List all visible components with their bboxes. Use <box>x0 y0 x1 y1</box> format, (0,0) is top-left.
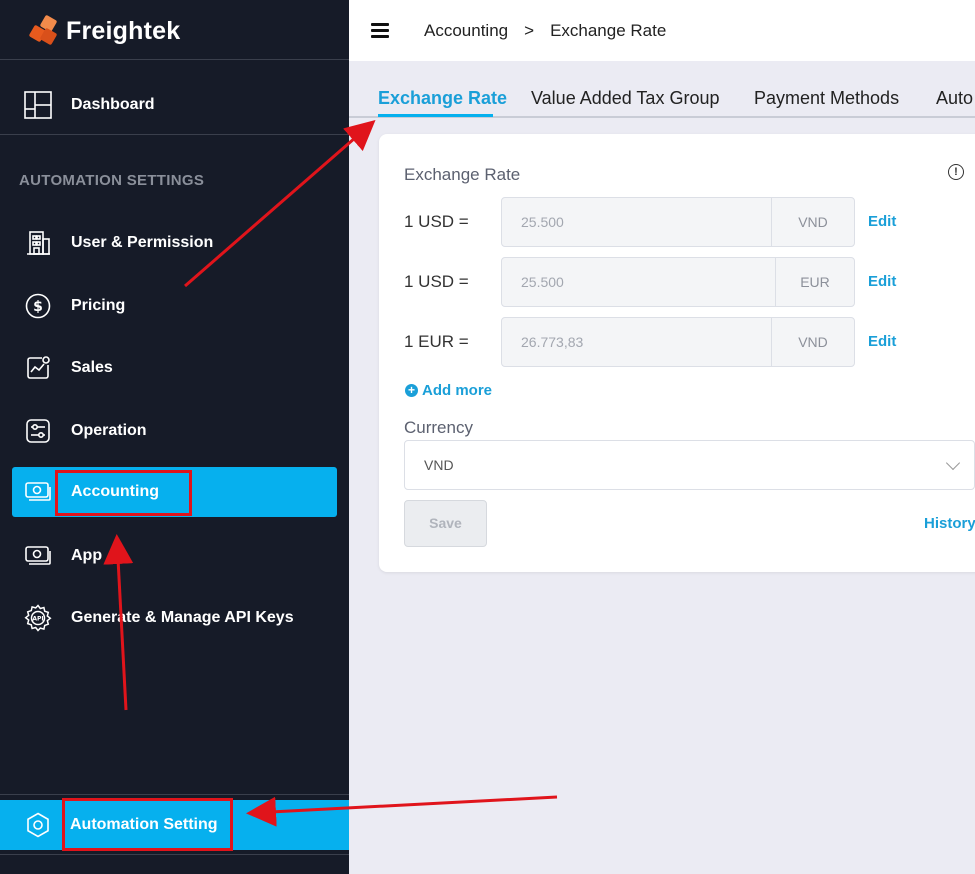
annotation-highlight-box <box>62 798 233 851</box>
rate-value[interactable]: 25.500 <box>502 258 776 306</box>
sidebar-item-dashboard[interactable]: Dashboard <box>12 80 337 130</box>
brand[interactable]: Freightek <box>28 14 180 48</box>
sidebar: Freightek Dashboard AUTOMATION SETTINGS … <box>0 0 349 874</box>
rate-value[interactable]: 25.500 <box>502 198 772 246</box>
chevron-down-icon <box>945 455 961 471</box>
money-icon <box>24 542 52 570</box>
rate-currency: VND <box>798 334 828 350</box>
sliders-icon <box>24 417 52 445</box>
tab-exchange-rate[interactable]: Exchange Rate <box>378 88 507 109</box>
hexagon-settings-icon <box>24 811 52 839</box>
rate-value[interactable]: 26.773,83 <box>502 318 772 366</box>
add-more-button[interactable]: + Add more <box>405 382 492 399</box>
hamburger-menu-icon[interactable] <box>371 23 389 38</box>
sidebar-item-label: Sales <box>71 359 113 376</box>
rate-row: 1 USD = 25.500 VND Edit <box>404 197 924 247</box>
rate-input[interactable]: 26.773,83 VND <box>501 317 855 367</box>
edit-link[interactable]: Edit <box>868 333 896 350</box>
add-more-label: Add more <box>422 382 493 399</box>
rate-input[interactable]: 25.500 EUR <box>501 257 855 307</box>
breadcrumb-separator: > <box>524 20 535 40</box>
sidebar-item-label: Operation <box>71 422 147 439</box>
divider <box>0 59 349 60</box>
top-bar: Accounting > Exchange Rate <box>349 0 975 61</box>
rate-currency: VND <box>798 214 828 230</box>
sidebar-item-label: Generate & Manage API Keys <box>71 609 294 626</box>
divider <box>0 854 349 855</box>
annotation-highlight-box <box>55 470 192 516</box>
sidebar-item-label: Dashboard <box>71 96 155 113</box>
edit-link[interactable]: Edit <box>868 273 896 290</box>
sidebar-item-app[interactable]: App <box>12 531 337 581</box>
history-link[interactable]: History <box>924 515 975 532</box>
dollar-icon: $ <box>24 292 52 320</box>
currency-value: VND <box>424 457 454 473</box>
freightek-logo-icon <box>28 14 60 47</box>
divider <box>0 134 349 135</box>
sidebar-item-user-permission[interactable]: User & Permission <box>12 218 337 268</box>
building-icon <box>24 229 52 257</box>
dashboard-icon <box>24 91 52 119</box>
money-icon <box>24 478 52 506</box>
tab-auto[interactable]: Auto <box>936 88 973 109</box>
edit-link[interactable]: Edit <box>868 213 896 230</box>
sidebar-item-sales[interactable]: Sales <box>12 343 337 393</box>
sidebar-item-label: App <box>71 547 103 564</box>
tab-value-added-tax-group[interactable]: Value Added Tax Group <box>531 88 719 109</box>
rate-label: 1 USD = <box>404 212 469 231</box>
info-icon[interactable]: ! <box>948 164 964 180</box>
save-button[interactable]: Save <box>404 500 487 547</box>
sidebar-item-api-keys[interactable]: API Generate & Manage API Keys <box>12 593 337 643</box>
plus-circle-icon: + <box>405 384 418 397</box>
svg-text:API: API <box>32 616 43 623</box>
rate-label: 1 EUR = <box>404 332 469 351</box>
tab-bar: Exchange Rate Value Added Tax Group Paym… <box>349 84 975 118</box>
exchange-rate-card: Exchange Rate ! 1 USD = 25.500 VND Edit … <box>379 134 975 572</box>
rate-currency: EUR <box>800 274 830 290</box>
card-title: Exchange Rate <box>404 165 521 184</box>
breadcrumb-exchange-rate: Exchange Rate <box>550 20 667 40</box>
chart-icon <box>24 354 52 382</box>
api-gear-icon: API <box>24 604 52 632</box>
tab-payment-methods[interactable]: Payment Methods <box>754 88 899 109</box>
sidebar-item-label: Pricing <box>71 297 126 314</box>
rate-row: 1 EUR = 26.773,83 VND Edit <box>404 317 924 367</box>
active-tab-indicator <box>378 114 493 117</box>
section-title: AUTOMATION SETTINGS <box>19 172 205 189</box>
brand-name: Freightek <box>66 16 181 45</box>
rate-label: 1 USD = <box>404 272 469 291</box>
rate-row: 1 USD = 25.500 EUR Edit <box>404 257 924 307</box>
divider <box>0 794 349 795</box>
sidebar-item-label: User & Permission <box>71 234 214 251</box>
sidebar-item-pricing[interactable]: $ Pricing <box>12 281 337 331</box>
breadcrumb-accounting[interactable]: Accounting <box>424 21 508 41</box>
svg-text:$: $ <box>33 299 43 315</box>
currency-label: Currency <box>404 418 473 437</box>
rate-input[interactable]: 25.500 VND <box>501 197 855 247</box>
sidebar-item-operation[interactable]: Operation <box>12 406 337 456</box>
currency-select[interactable]: VND <box>404 440 975 490</box>
